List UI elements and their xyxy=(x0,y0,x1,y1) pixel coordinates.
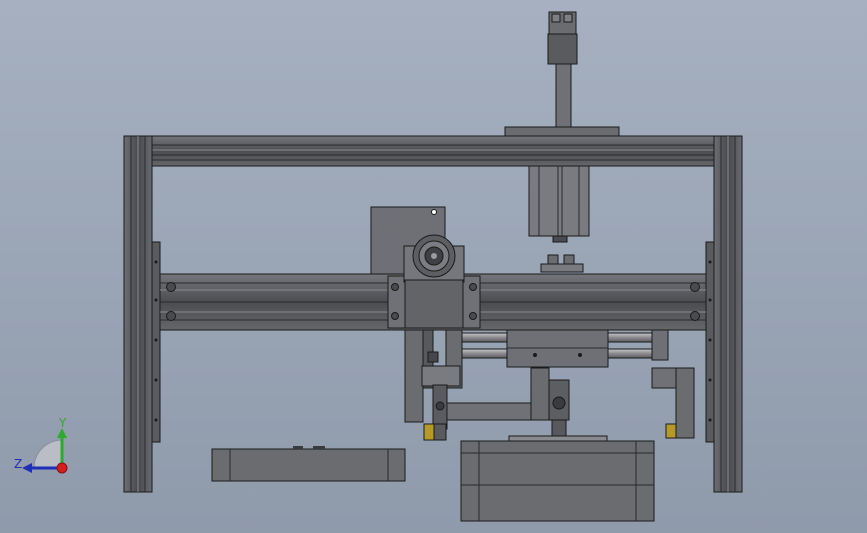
right-base-block[interactable] xyxy=(460,435,655,522)
pulley-icon xyxy=(412,234,456,278)
y-axis-label: Y xyxy=(58,416,67,430)
linear-guide[interactable] xyxy=(454,329,669,368)
left-side-plate xyxy=(151,241,161,443)
press-cylinder[interactable] xyxy=(528,165,590,273)
top-beam[interactable] xyxy=(123,135,743,167)
top-actuator[interactable] xyxy=(504,11,620,138)
z-axis-label: Z xyxy=(14,457,22,471)
cad-viewport[interactable]: Y Z xyxy=(0,0,867,533)
left-post[interactable] xyxy=(123,135,153,493)
orientation-triad[interactable]: Y Z xyxy=(14,416,68,474)
right-post[interactable] xyxy=(713,135,743,493)
left-base-block[interactable] xyxy=(211,446,406,482)
center-clamp[interactable] xyxy=(530,367,570,439)
right-arm[interactable] xyxy=(651,367,695,439)
right-side-plate xyxy=(705,241,715,443)
